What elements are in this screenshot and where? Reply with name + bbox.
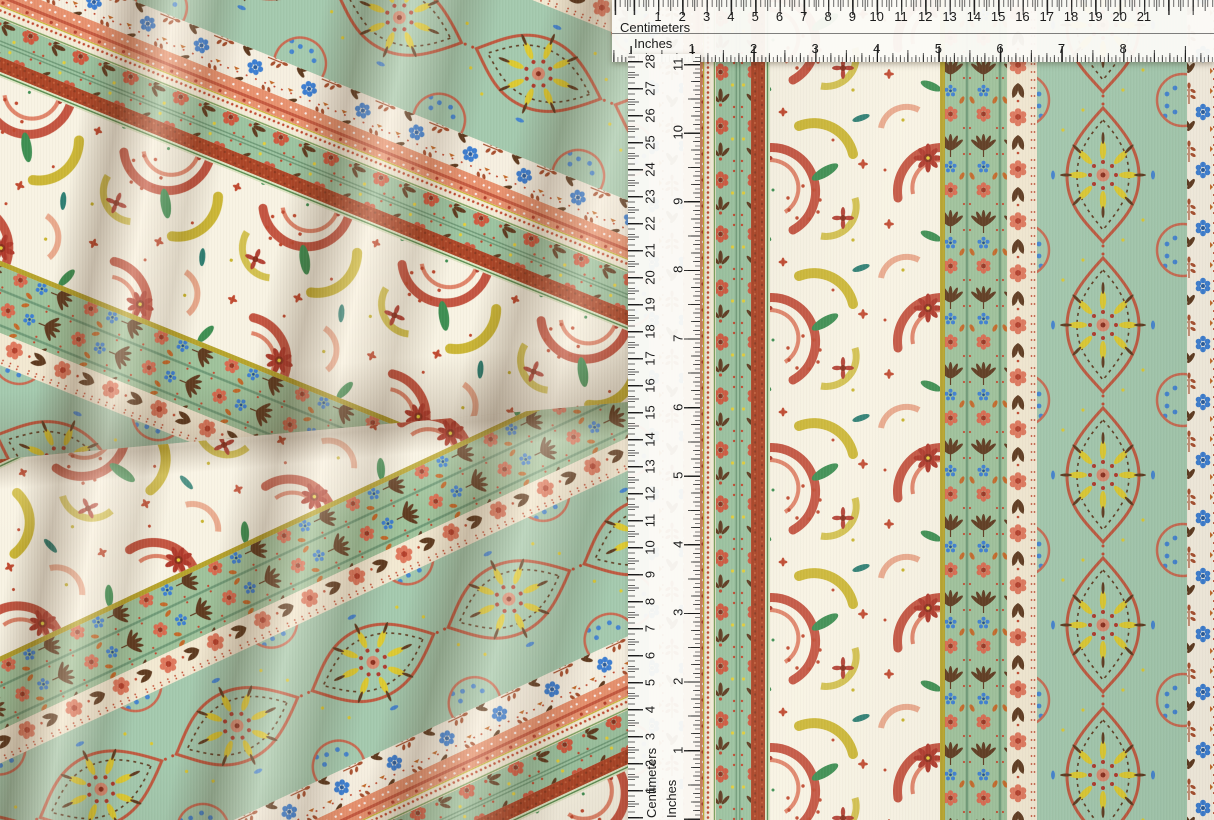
cm-number: 15	[986, 9, 1010, 24]
cm-number: 9	[637, 561, 664, 587]
cm-number: 14	[637, 426, 664, 452]
cm-number: 19	[637, 291, 664, 317]
cm-number: 7	[792, 9, 816, 24]
cm-number: 12	[913, 9, 937, 24]
cm-number: 16	[637, 372, 664, 398]
cm-number: 22	[637, 210, 664, 236]
cm-number: 21	[1132, 9, 1156, 24]
inch-ticks	[612, 46, 1214, 62]
cm-number: 10	[865, 9, 889, 24]
cm-number: 24	[637, 156, 664, 182]
cm-number: 16	[1010, 9, 1034, 24]
cm-number: 3	[694, 9, 718, 24]
cm-number: 4	[719, 9, 743, 24]
cm-number: 18	[1059, 9, 1083, 24]
cm-number: 20	[1107, 9, 1131, 24]
cm-number: 9	[840, 9, 864, 24]
flat-sheen	[628, 0, 1214, 820]
horizontal-ruler: 123456789101112131415161718192021 Centim…	[612, 0, 1214, 62]
cm-number-row: 123456789101112131415161718192021	[646, 9, 1156, 24]
draped-fabric	[0, 0, 630, 820]
cm-number: 6	[637, 642, 664, 668]
flat-fabric	[628, 0, 1214, 820]
cm-number: 5	[743, 9, 767, 24]
ruler-divider-line	[612, 33, 1214, 34]
cm-number: 27	[637, 75, 664, 101]
cm-number: 17	[1035, 9, 1059, 24]
cm-number: 19	[1083, 9, 1107, 24]
cm-number: 11	[637, 507, 664, 533]
cm-number: 8	[816, 9, 840, 24]
cm-number: 11	[889, 9, 913, 24]
drape-vignette	[0, 0, 630, 820]
cm-number: 13	[937, 9, 961, 24]
vertical-ruler: 2827262524232221201918171615141312111098…	[628, 54, 700, 820]
inches-label-vertical: Inches	[664, 780, 679, 818]
fabric-photo-scene: 123456789101112131415161718192021 Centim…	[0, 0, 1214, 820]
cm-number: 6	[767, 9, 791, 24]
cm-number: 14	[962, 9, 986, 24]
cm-number: 4	[637, 696, 664, 722]
inch-ticks-vertical	[684, 54, 700, 820]
